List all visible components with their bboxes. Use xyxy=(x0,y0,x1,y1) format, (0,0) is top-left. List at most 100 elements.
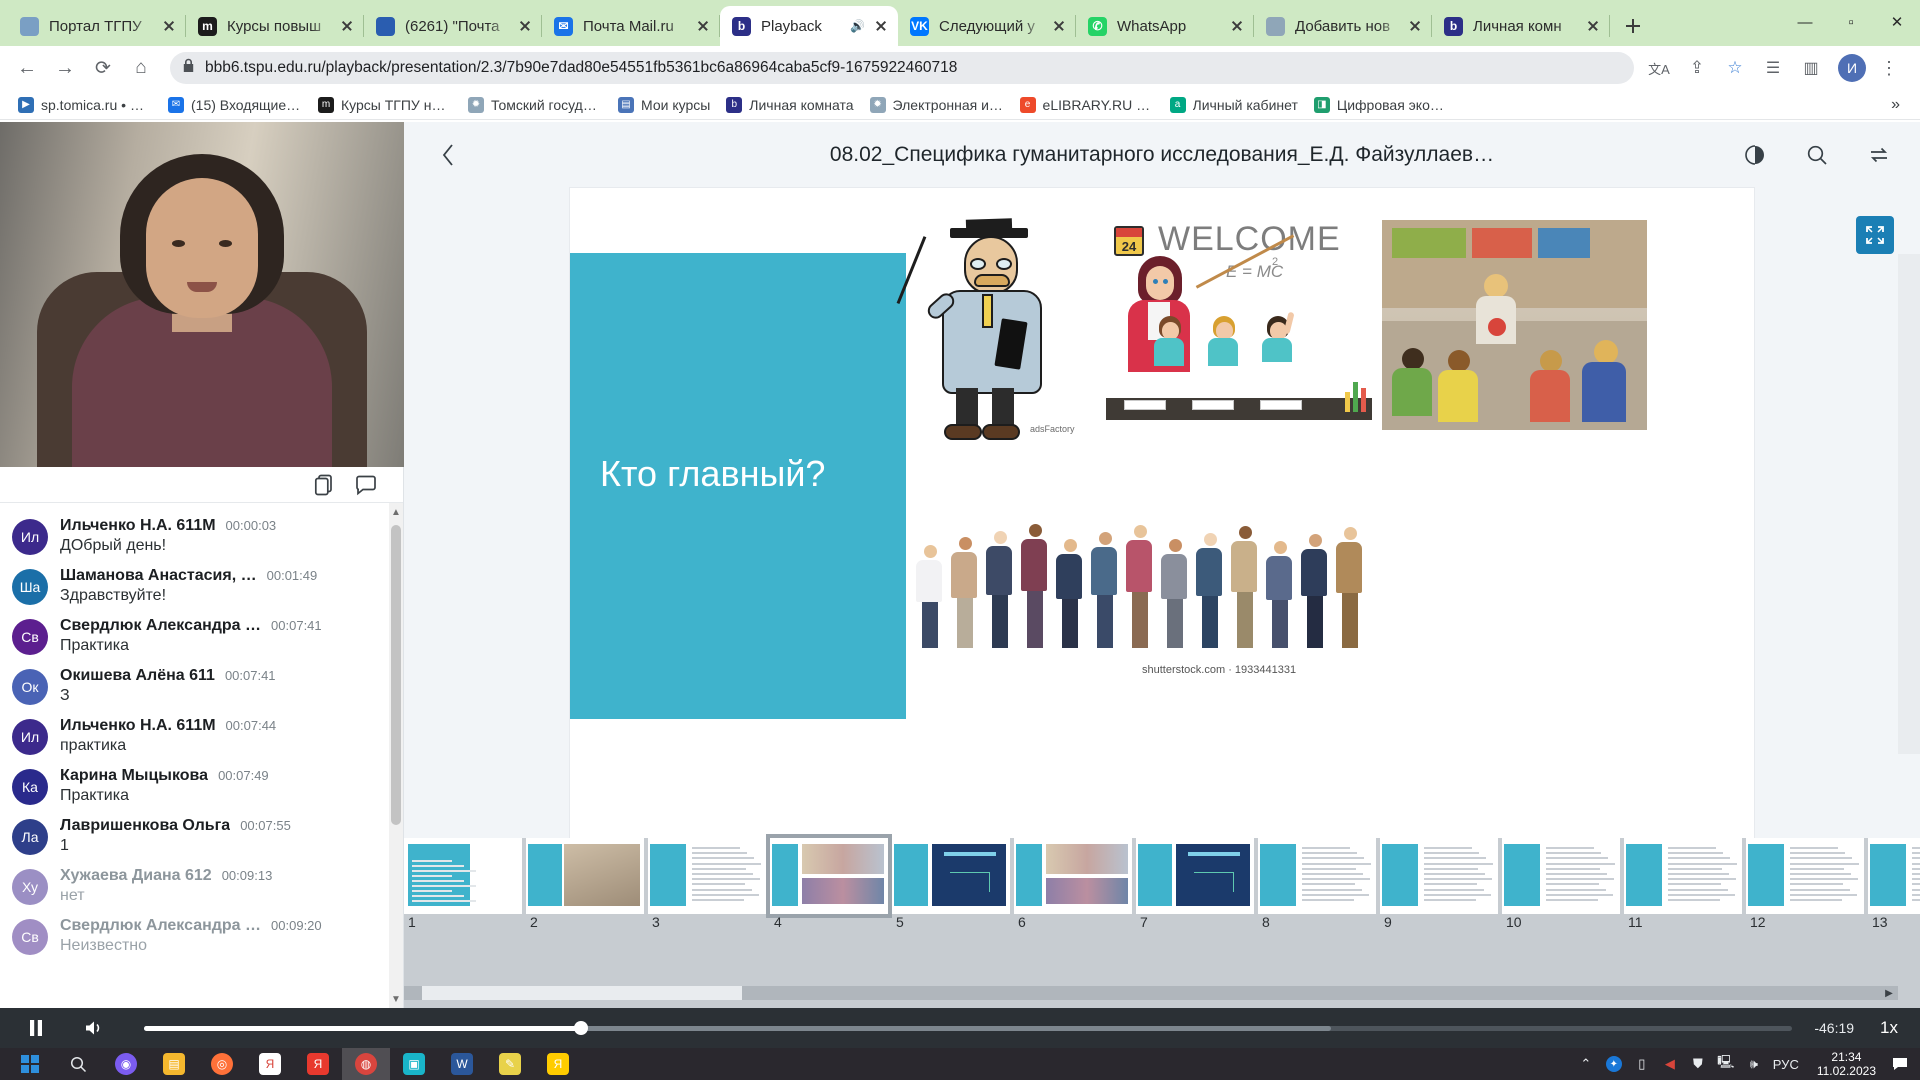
taskbar-app-word-icon[interactable]: W xyxy=(438,1048,486,1080)
back-icon[interactable]: ← xyxy=(10,51,44,85)
browser-tab-2[interactable]: (6261) "Почта xyxy=(364,6,542,46)
reading-list-icon[interactable]: ☰ xyxy=(1756,51,1790,85)
bluetooth-icon[interactable]: ✦ xyxy=(1605,1056,1622,1072)
bookmark-3[interactable]: ✹ Томский государст… xyxy=(460,93,610,117)
forward-icon[interactable]: → xyxy=(48,51,82,85)
notes-icon[interactable] xyxy=(311,472,337,498)
tab-close-button[interactable] xyxy=(516,17,534,35)
pause-icon[interactable] xyxy=(22,1014,50,1042)
share-icon[interactable]: ⇪ xyxy=(1680,51,1714,85)
close-window-button[interactable]: ✕ xyxy=(1874,0,1920,44)
browser-tab-3[interactable]: ✉ Почта Mail.ru xyxy=(542,6,720,46)
star-icon[interactable]: ☆ xyxy=(1718,51,1752,85)
language-indicator[interactable]: РУС xyxy=(1769,1048,1803,1080)
tab-close-button[interactable] xyxy=(1584,17,1602,35)
chat-icon[interactable] xyxy=(353,472,379,498)
taskbar-app-chrome-icon[interactable]: ◍ xyxy=(342,1048,390,1080)
tab-close-button[interactable] xyxy=(160,17,178,35)
browser-tab-6[interactable]: ✆ WhatsApp xyxy=(1076,6,1254,46)
search-icon[interactable] xyxy=(54,1048,102,1080)
address-bar[interactable]: bbb6.tspu.edu.ru/playback/presentation/2… xyxy=(170,52,1634,84)
slide-thumbnail-4[interactable] xyxy=(766,834,892,918)
home-icon[interactable]: ⌂ xyxy=(124,51,158,85)
taskbar-app-yandex-icon[interactable]: Я xyxy=(294,1048,342,1080)
windows-start-icon[interactable] xyxy=(6,1048,54,1080)
bookmark-0[interactable]: ▶ sp.tomica.ru • Ката… xyxy=(10,93,160,117)
reload-icon[interactable]: ⟳ xyxy=(86,51,120,85)
browser-tab-5[interactable]: VK Следующий у xyxy=(898,6,1076,46)
notification-icon[interactable] xyxy=(1886,1048,1914,1080)
taskbar-app-paint-icon[interactable]: ✎ xyxy=(486,1048,534,1080)
fullscreen-icon[interactable] xyxy=(1856,216,1894,254)
bookmark-2[interactable]: m Курсы ТГПУ на пла… xyxy=(310,93,460,117)
back-button[interactable] xyxy=(430,137,466,173)
slide-thumbnail-9[interactable] xyxy=(1380,838,1498,914)
sound-red-icon[interactable]: ◀ xyxy=(1657,1048,1683,1080)
browser-tab-4[interactable]: b Playback 🔊 xyxy=(720,6,898,46)
show-hidden-icons[interactable]: ⌃ xyxy=(1573,1048,1599,1080)
bookmark-5[interactable]: b Личная комната xyxy=(718,93,861,117)
translate-icon[interactable]: 文A xyxy=(1642,51,1676,85)
volume-icon[interactable] xyxy=(80,1014,108,1042)
slide-thumbnail-10[interactable] xyxy=(1502,838,1620,914)
minimize-button[interactable]: — xyxy=(1782,0,1828,44)
bookmarks-overflow-button[interactable]: » xyxy=(1881,96,1910,114)
taskbar-app-firefox-icon[interactable]: ◎ xyxy=(198,1048,246,1080)
defender-icon[interactable]: ⛊ xyxy=(1685,1048,1711,1080)
bookmark-9[interactable]: ◨ Цифровая экосист… xyxy=(1306,93,1456,117)
chat-scroll-up-icon[interactable]: ▲ xyxy=(389,503,403,521)
slide-thumbnail-5[interactable] xyxy=(892,838,1010,914)
slide-thumbnail-11[interactable] xyxy=(1624,838,1742,914)
tab-close-button[interactable] xyxy=(1406,17,1424,35)
bookmark-7[interactable]: e eLIBRARY.RU - НАУ… xyxy=(1012,93,1162,117)
slide-scrollbar[interactable] xyxy=(1898,254,1920,754)
tab-close-button[interactable] xyxy=(1050,17,1068,35)
seek-bar[interactable] xyxy=(144,1021,1793,1035)
thumbs-scroll-right-icon[interactable]: ▶ xyxy=(1880,986,1898,1000)
search-icon[interactable] xyxy=(1802,140,1832,170)
browser-tab-1[interactable]: m Курсы повыш xyxy=(186,6,364,46)
speaker-icon[interactable]: 🕪 xyxy=(1741,1048,1767,1080)
browser-tab-8[interactable]: b Личная комн xyxy=(1432,6,1610,46)
usb-icon[interactable]: ▯ xyxy=(1629,1048,1655,1080)
taskbar-app-app-icon[interactable]: ▣ xyxy=(390,1048,438,1080)
browser-menu-icon[interactable]: ⋮ xyxy=(1872,51,1906,85)
seek-handle[interactable] xyxy=(573,1021,588,1035)
chat-scrollbar[interactable]: ▲ ▼ xyxy=(389,503,403,1008)
slide-thumbnail-8[interactable] xyxy=(1258,838,1376,914)
tab-close-button[interactable] xyxy=(338,17,356,35)
playback-speed-button[interactable]: 1x xyxy=(1880,1018,1898,1038)
browser-tab-0[interactable]: Портал ТГПУ xyxy=(8,6,186,46)
bookmark-4[interactable]: ▤ Мои курсы xyxy=(610,93,718,117)
swap-layout-icon[interactable] xyxy=(1864,140,1894,170)
slide-thumbnail-7[interactable] xyxy=(1136,838,1254,914)
maximize-button[interactable]: ▫ xyxy=(1828,0,1874,44)
taskbar-app-cortana-icon[interactable]: ◉ xyxy=(102,1048,150,1080)
tab-close-button[interactable] xyxy=(1228,17,1246,35)
tab-close-button[interactable] xyxy=(694,17,712,35)
bookmark-1[interactable]: ✉ (15) Входящие - П… xyxy=(160,93,310,117)
slide-thumbnail-2[interactable] xyxy=(526,838,644,914)
bookmark-6[interactable]: ✹ Электронная инфо… xyxy=(862,93,1012,117)
taskbar-clock[interactable]: 21:34 11.02.2023 xyxy=(1807,1050,1886,1078)
slide-thumbnail-6[interactable] xyxy=(1014,838,1132,914)
avatar[interactable]: И xyxy=(1838,54,1866,82)
taskbar-app-yandex-music-icon[interactable]: Я xyxy=(534,1048,582,1080)
current-slide[interactable]: Кто главный? adsFactory 24 WELCOME E = M… xyxy=(570,188,1754,838)
slide-thumbnail-3[interactable] xyxy=(648,838,766,914)
slide-thumbnail-13[interactable] xyxy=(1868,838,1920,914)
new-tab-button[interactable] xyxy=(1616,9,1650,43)
chat-scroll-down-icon[interactable]: ▼ xyxy=(389,990,403,1008)
taskbar-app-file-explorer-icon[interactable]: ▤ xyxy=(150,1048,198,1080)
bookmark-8[interactable]: a Личный кабинет xyxy=(1162,93,1306,117)
theme-toggle-icon[interactable] xyxy=(1740,140,1770,170)
tab-audio-icon[interactable]: 🔊 xyxy=(850,19,866,33)
taskbar-app-yandex-browser-icon[interactable]: Я xyxy=(246,1048,294,1080)
slide-thumbnail-1[interactable] xyxy=(404,838,522,914)
thumbnail-hscrollbar[interactable] xyxy=(404,986,1898,1000)
presenter-webcam[interactable] xyxy=(0,122,404,467)
browser-tab-7[interactable]: Добавить нов xyxy=(1254,6,1432,46)
thumbnail-hscroll-thumb[interactable] xyxy=(422,986,742,1000)
chat-scroll-thumb[interactable] xyxy=(391,525,401,825)
tab-close-button[interactable] xyxy=(872,17,890,35)
